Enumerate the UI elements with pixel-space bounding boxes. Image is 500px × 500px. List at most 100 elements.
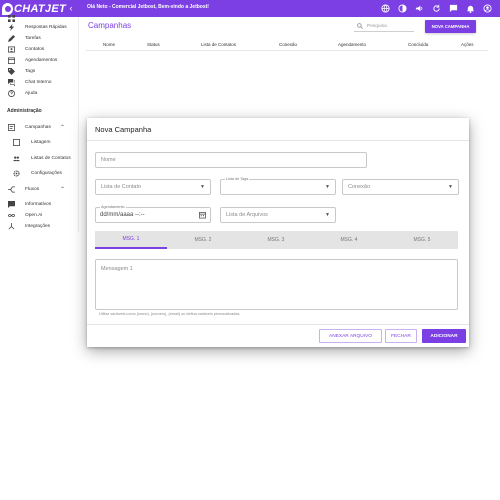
new-campaign-dialog: Nova Campanha Nome Lista de Contato ▼ Li… [87, 118, 469, 347]
volume-icon[interactable] [414, 3, 424, 13]
message-placeholder: Mensagem 1 [101, 266, 133, 272]
add-button[interactable]: ADICIONAR [422, 329, 466, 343]
integration-icon [7, 223, 15, 231]
gear-icon [12, 170, 20, 178]
sidebar-item-label: Tags [25, 69, 36, 74]
people-icon [12, 155, 20, 163]
tab-msg-2[interactable]: MSG. 2 [167, 231, 239, 249]
infinity-icon [7, 212, 15, 220]
column-header: Ações [461, 42, 474, 47]
sidebar-item-contact-lists[interactable]: Listas de Contatos [0, 153, 79, 164]
sidebar-item-label: Fluxos [25, 187, 40, 192]
schedule-label: Agendamento [100, 205, 126, 209]
sidebar-item-contacts[interactable]: Contatos [0, 44, 79, 55]
column-header: Status [147, 42, 160, 47]
tab-msg-4[interactable]: MSG. 4 [313, 231, 385, 249]
message-textarea[interactable]: Mensagem 1 [95, 259, 458, 310]
divider [87, 140, 469, 141]
sidebar-item-label: Respostas Rápidas [25, 25, 67, 30]
tag-list-label: Lista de Tags [225, 177, 250, 181]
chat-icon[interactable] [448, 3, 458, 13]
divider [87, 324, 469, 325]
bolt-icon [7, 24, 15, 32]
campaign-icon [7, 124, 15, 132]
tab-msg-1[interactable]: MSG. 1 [95, 231, 167, 249]
sidebar-item-label: Tarefas [25, 36, 41, 41]
sidebar-item-listing[interactable]: Listagem [0, 137, 79, 148]
tag-icon [7, 68, 15, 76]
bell-icon[interactable] [465, 3, 475, 13]
blank-area [0, 232, 80, 500]
contact-list-select[interactable]: Lista de Contato ▼ [95, 179, 211, 195]
sidebar-item-label: Listagem [31, 140, 51, 145]
attach-file-button[interactable]: ANEXAR ARQUIVO [319, 329, 382, 343]
name-placeholder: Nome [101, 157, 116, 163]
announcement-icon [7, 201, 15, 209]
connection-select[interactable]: Conexão ▼ [342, 179, 459, 195]
dropdown-arrow-icon: ▼ [325, 212, 330, 218]
connection-placeholder: Conexão [348, 184, 371, 190]
sidebar-item-label: Agendamentos [25, 58, 58, 63]
tag-list-select[interactable]: Lista de Tags ▼ [220, 177, 336, 195]
flow-icon [7, 186, 15, 194]
message-tabs: MSG. 1 MSG. 2 MSG. 3 MSG. 4 MSG. 5 [95, 231, 458, 249]
calendar-icon[interactable] [199, 211, 206, 219]
new-campaign-button[interactable]: NOVA CAMPANHA [425, 20, 476, 33]
sidebar-item-quick-replies[interactable]: Respostas Rápidas [0, 22, 79, 33]
search-input[interactable]: Pesquisa [354, 21, 414, 32]
sidebar-item-internal-chat[interactable]: Chat Interno [0, 77, 79, 88]
sidebar-item-campaigns[interactable]: Campanhas ⌃ [0, 122, 79, 133]
contrast-icon[interactable] [397, 3, 407, 13]
schedule-datetime-input[interactable]: Agendamento dd/mm/aaaa --:-- [95, 205, 211, 223]
list-icon [12, 139, 20, 147]
column-header: Concluída [408, 42, 429, 47]
sidebar-item-informatives[interactable]: Informativos [0, 199, 79, 210]
dropdown-arrow-icon: ▼ [325, 184, 330, 190]
dropdown-arrow-icon: ▼ [448, 184, 453, 190]
column-header: Agendamento [338, 42, 367, 47]
column-header: Lista de Contatos [201, 42, 237, 47]
sidebar-item-flows[interactable]: Fluxos ⌃ [0, 184, 79, 195]
account-icon[interactable] [482, 3, 492, 13]
sidebar-item-label: Ajuda [25, 91, 38, 96]
sidebar-item-label: Integrações [25, 224, 51, 229]
name-field[interactable]: Nome [95, 152, 367, 168]
dropdown-arrow-icon: ▼ [200, 184, 205, 190]
sidebar-item-label: Contatos [25, 47, 45, 52]
contacts-icon [7, 46, 15, 54]
sidebar-item-schedules[interactable]: Agendamentos [0, 55, 79, 66]
sidebar-item-help[interactable]: Ajuda [0, 88, 79, 99]
sidebar-item-integrations[interactable]: Integrações [0, 221, 79, 232]
globe-icon[interactable] [380, 3, 390, 13]
help-icon [7, 90, 15, 98]
campaigns-table-header: Nome Status Lista de Contatos Conexão Ag… [86, 38, 488, 51]
column-header: Nome [103, 42, 116, 47]
sidebar-item-label: Open.Ai [25, 213, 43, 218]
tab-msg-5[interactable]: MSG. 5 [386, 231, 458, 249]
contact-list-placeholder: Lista de Contato [101, 184, 142, 190]
search-placeholder: Pesquisa [367, 23, 387, 29]
sidebar-item-label: Informativos [25, 202, 52, 207]
variables-hint: Utilize variáveis como {nome}, {numero},… [99, 312, 241, 316]
sidebar-item-tasks[interactable]: Tarefas [0, 33, 79, 44]
greeting-text: Olá Neto - Comercial Jetbost, Bem-vindo … [87, 4, 209, 10]
page-title: Campanhas [88, 21, 132, 30]
sidebar-item-settings[interactable]: Configurações [0, 168, 79, 179]
file-list-select[interactable]: Lista de Arquivos ▼ [220, 207, 336, 223]
sidebar-item-tags[interactable]: Tags [0, 66, 79, 77]
search-icon [357, 23, 363, 29]
chevron-up-icon[interactable]: ⌃ [60, 186, 65, 193]
tab-msg-3[interactable]: MSG. 3 [240, 231, 312, 249]
forum-icon [7, 79, 15, 87]
refresh-icon[interactable] [431, 3, 441, 13]
schedule-value: dd/mm/aaaa --:-- [100, 212, 145, 218]
chevron-up-icon[interactable]: ⌃ [60, 124, 65, 131]
sidebar-item-openai[interactable]: Open.Ai [0, 210, 79, 221]
dialog-title: Nova Campanha [95, 125, 152, 134]
sidebar-item-label: Chat Interno [25, 80, 52, 85]
sidebar-item-label: Configurações [31, 171, 62, 176]
file-list-placeholder: Lista de Arquivos [226, 212, 268, 218]
admin-section-title: Administração [7, 108, 42, 114]
close-button[interactable]: FECHAR [385, 329, 417, 343]
calendar-icon [7, 57, 15, 65]
